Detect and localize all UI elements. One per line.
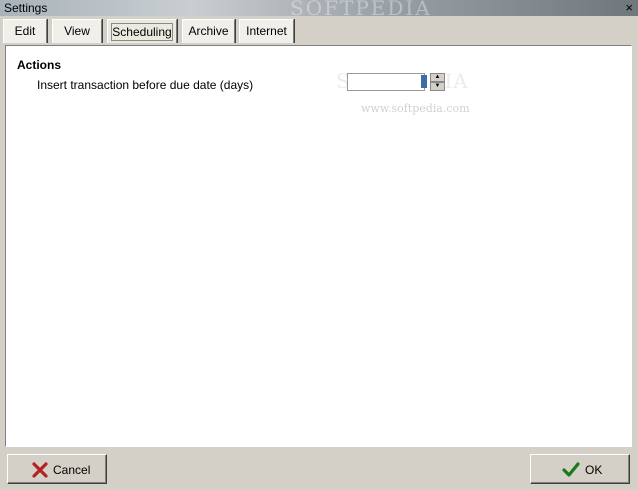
scheduling-panel: Actions Insert transaction before due da… (5, 45, 632, 447)
text-cursor (421, 75, 427, 88)
days-label: Insert transaction before due date (days… (37, 78, 254, 92)
days-input[interactable] (347, 73, 425, 91)
tab-internet-label: Internet (246, 24, 287, 38)
tab-scheduling-label: Scheduling (111, 23, 173, 41)
cancel-button[interactable]: Cancel (7, 454, 107, 484)
title-bar: Settings SOFTPEDIA × (0, 0, 638, 20)
window-title: Settings (4, 1, 48, 15)
tab-archive-label: Archive (188, 24, 229, 38)
section-heading: Actions (17, 58, 62, 72)
x-icon (32, 462, 48, 478)
tab-view-label: View (64, 24, 90, 38)
tab-edit-label: Edit (14, 24, 36, 38)
ok-button[interactable]: OK (530, 454, 630, 484)
tab-internet[interactable]: Internet (239, 19, 294, 43)
ok-label: OK (585, 463, 603, 477)
spin-up-button[interactable]: ▲ (430, 73, 445, 82)
days-spinner[interactable]: ▲ ▼ (347, 73, 447, 93)
cancel-label: Cancel (53, 463, 91, 477)
watermark-url: www.softpedia.com (361, 102, 470, 115)
spin-down-button[interactable]: ▼ (430, 82, 445, 91)
checkmark-icon (562, 462, 580, 477)
tab-edit[interactable]: Edit (3, 19, 47, 43)
tab-strip: Edit View Scheduling Archive Internet (0, 16, 638, 45)
tab-archive[interactable]: Archive (182, 19, 235, 43)
tab-scheduling[interactable]: Scheduling (107, 19, 177, 43)
tab-view[interactable]: View (52, 19, 102, 43)
close-icon[interactable]: × (625, 0, 633, 15)
